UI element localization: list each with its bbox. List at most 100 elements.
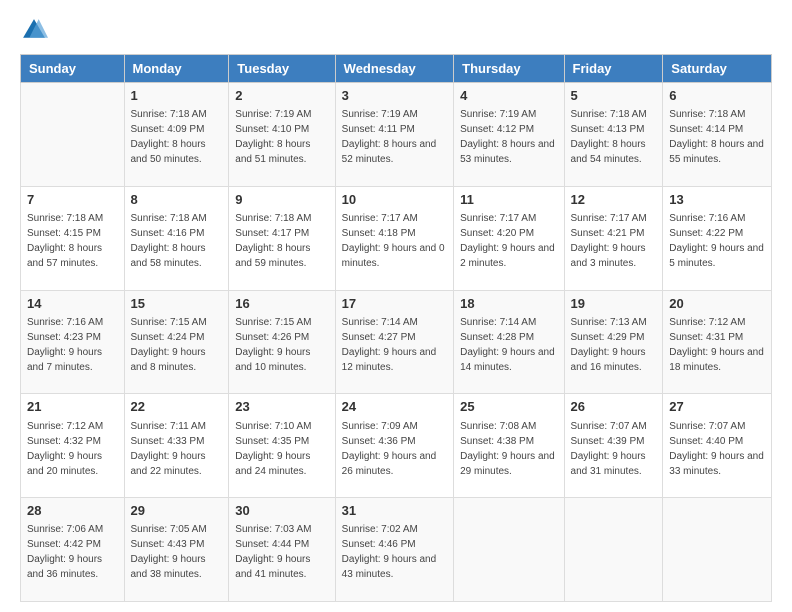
header-cell-tuesday: Tuesday	[229, 55, 335, 83]
day-number: 24	[342, 398, 447, 416]
cell-info: Sunrise: 7:15 AMSunset: 4:26 PMDaylight:…	[235, 315, 328, 375]
header-cell-monday: Monday	[124, 55, 229, 83]
day-cell: 19 Sunrise: 7:13 AMSunset: 4:29 PMDayligh…	[564, 290, 663, 394]
week-row-5: 28 Sunrise: 7:06 AMSunset: 4:42 PMDayligh…	[21, 498, 772, 602]
cell-info: Sunrise: 7:13 AMSunset: 4:29 PMDaylight:…	[571, 315, 657, 375]
day-number: 2	[235, 87, 328, 105]
day-cell	[564, 498, 663, 602]
cell-info: Sunrise: 7:17 AMSunset: 4:20 PMDaylight:…	[460, 211, 557, 271]
day-number: 16	[235, 295, 328, 313]
day-cell: 28 Sunrise: 7:06 AMSunset: 4:42 PMDayligh…	[21, 498, 125, 602]
day-number: 20	[669, 295, 765, 313]
cell-info: Sunrise: 7:07 AMSunset: 4:39 PMDaylight:…	[571, 419, 657, 479]
cell-info: Sunrise: 7:10 AMSunset: 4:35 PMDaylight:…	[235, 419, 328, 479]
day-number: 25	[460, 398, 557, 416]
cell-info: Sunrise: 7:17 AMSunset: 4:21 PMDaylight:…	[571, 211, 657, 271]
day-number: 5	[571, 87, 657, 105]
calendar-table: SundayMondayTuesdayWednesdayThursdayFrid…	[20, 54, 772, 602]
day-cell: 8 Sunrise: 7:18 AMSunset: 4:16 PMDaylight…	[124, 186, 229, 290]
day-number: 22	[131, 398, 223, 416]
day-cell: 9Sunrise: 7:18 AMSunset: 4:17 PMDaylight…	[229, 186, 335, 290]
cell-info: Sunrise: 7:12 AMSunset: 4:32 PMDaylight:…	[27, 419, 118, 479]
day-cell: 5 Sunrise: 7:18 AMSunset: 4:13 PMDaylight…	[564, 83, 663, 187]
day-number: 17	[342, 295, 447, 313]
header	[20, 16, 772, 44]
cell-info: Sunrise: 7:16 AMSunset: 4:22 PMDaylight:…	[669, 211, 765, 271]
cell-info: Sunrise: 7:14 AMSunset: 4:27 PMDaylight:…	[342, 315, 447, 375]
cell-info: Sunrise: 7:02 AMSunset: 4:46 PMDaylight:…	[342, 522, 447, 582]
day-number: 21	[27, 398, 118, 416]
cell-info: Sunrise: 7:18 AMSunset: 4:14 PMDaylight:…	[669, 107, 765, 167]
header-cell-wednesday: Wednesday	[335, 55, 453, 83]
day-cell: 24 Sunrise: 7:09 AMSunset: 4:36 PMDayligh…	[335, 394, 453, 498]
cell-info: Sunrise: 7:18 AMSunset: 4:13 PMDaylight:…	[571, 107, 657, 167]
cell-info: Sunrise: 7:08 AMSunset: 4:38 PMDaylight:…	[460, 419, 557, 479]
day-cell	[454, 498, 564, 602]
day-cell: 30 Sunrise: 7:03 AMSunset: 4:44 PMDayligh…	[229, 498, 335, 602]
day-cell: 15 Sunrise: 7:15 AMSunset: 4:24 PMDayligh…	[124, 290, 229, 394]
day-cell: 12 Sunrise: 7:17 AMSunset: 4:21 PMDayligh…	[564, 186, 663, 290]
day-cell: 29 Sunrise: 7:05 AMSunset: 4:43 PMDayligh…	[124, 498, 229, 602]
day-cell: 6 Sunrise: 7:18 AMSunset: 4:14 PMDaylight…	[663, 83, 772, 187]
day-cell: 3 Sunrise: 7:19 AMSunset: 4:11 PMDaylight…	[335, 83, 453, 187]
day-number: 10	[342, 191, 447, 209]
day-number: 8	[131, 191, 223, 209]
day-cell	[21, 83, 125, 187]
cell-info: Sunrise: 7:19 AMSunset: 4:11 PMDaylight:…	[342, 107, 447, 167]
day-cell: 16 Sunrise: 7:15 AMSunset: 4:26 PMDayligh…	[229, 290, 335, 394]
logo-icon	[20, 16, 48, 44]
week-row-2: 7Sunrise: 7:18 AMSunset: 4:15 PMDaylight…	[21, 186, 772, 290]
page: SundayMondayTuesdayWednesdayThursdayFrid…	[0, 0, 792, 612]
week-row-1: 1Sunrise: 7:18 AMSunset: 4:09 PMDaylight…	[21, 83, 772, 187]
day-cell: 11Sunrise: 7:17 AMSunset: 4:20 PMDayligh…	[454, 186, 564, 290]
calendar-header: SundayMondayTuesdayWednesdayThursdayFrid…	[21, 55, 772, 83]
cell-info: Sunrise: 7:18 AMSunset: 4:16 PMDaylight:…	[131, 211, 223, 271]
cell-info: Sunrise: 7:19 AMSunset: 4:10 PMDaylight:…	[235, 107, 328, 167]
day-cell: 7Sunrise: 7:18 AMSunset: 4:15 PMDaylight…	[21, 186, 125, 290]
cell-info: Sunrise: 7:11 AMSunset: 4:33 PMDaylight:…	[131, 419, 223, 479]
day-number: 7	[27, 191, 118, 209]
cell-info: Sunrise: 7:19 AMSunset: 4:12 PMDaylight:…	[460, 107, 557, 167]
day-cell: 4 Sunrise: 7:19 AMSunset: 4:12 PMDaylight…	[454, 83, 564, 187]
week-row-4: 21 Sunrise: 7:12 AMSunset: 4:32 PMDayligh…	[21, 394, 772, 498]
day-cell	[663, 498, 772, 602]
logo	[20, 16, 52, 44]
cell-info: Sunrise: 7:03 AMSunset: 4:44 PMDaylight:…	[235, 522, 328, 582]
cell-info: Sunrise: 7:05 AMSunset: 4:43 PMDaylight:…	[131, 522, 223, 582]
day-number: 31	[342, 502, 447, 520]
day-cell: 14Sunrise: 7:16 AMSunset: 4:23 PMDayligh…	[21, 290, 125, 394]
day-number: 15	[131, 295, 223, 313]
day-cell: 1Sunrise: 7:18 AMSunset: 4:09 PMDaylight…	[124, 83, 229, 187]
day-cell: 13 Sunrise: 7:16 AMSunset: 4:22 PMDayligh…	[663, 186, 772, 290]
day-number: 14	[27, 295, 118, 313]
day-cell: 20Sunrise: 7:12 AMSunset: 4:31 PMDayligh…	[663, 290, 772, 394]
day-number: 28	[27, 502, 118, 520]
day-number: 19	[571, 295, 657, 313]
day-number: 6	[669, 87, 765, 105]
cell-info: Sunrise: 7:14 AMSunset: 4:28 PMDaylight:…	[460, 315, 557, 375]
day-cell: 10 Sunrise: 7:17 AMSunset: 4:18 PMDayligh…	[335, 186, 453, 290]
calendar-body: 1Sunrise: 7:18 AMSunset: 4:09 PMDaylight…	[21, 83, 772, 602]
day-number: 26	[571, 398, 657, 416]
day-number: 3	[342, 87, 447, 105]
cell-info: Sunrise: 7:15 AMSunset: 4:24 PMDaylight:…	[131, 315, 223, 375]
day-number: 18	[460, 295, 557, 313]
day-cell: 31 Sunrise: 7:02 AMSunset: 4:46 PMDayligh…	[335, 498, 453, 602]
day-cell: 25 Sunrise: 7:08 AMSunset: 4:38 PMDayligh…	[454, 394, 564, 498]
day-cell: 17 Sunrise: 7:14 AMSunset: 4:27 PMDayligh…	[335, 290, 453, 394]
day-cell: 18 Sunrise: 7:14 AMSunset: 4:28 PMDayligh…	[454, 290, 564, 394]
day-number: 12	[571, 191, 657, 209]
cell-info: Sunrise: 7:18 AMSunset: 4:09 PMDaylight:…	[131, 107, 223, 167]
day-number: 27	[669, 398, 765, 416]
day-number: 13	[669, 191, 765, 209]
cell-info: Sunrise: 7:09 AMSunset: 4:36 PMDaylight:…	[342, 419, 447, 479]
day-number: 30	[235, 502, 328, 520]
day-cell: 2 Sunrise: 7:19 AMSunset: 4:10 PMDaylight…	[229, 83, 335, 187]
day-number: 4	[460, 87, 557, 105]
header-cell-thursday: Thursday	[454, 55, 564, 83]
day-number: 29	[131, 502, 223, 520]
day-cell: 21 Sunrise: 7:12 AMSunset: 4:32 PMDayligh…	[21, 394, 125, 498]
day-cell: 23Sunrise: 7:10 AMSunset: 4:35 PMDayligh…	[229, 394, 335, 498]
cell-info: Sunrise: 7:06 AMSunset: 4:42 PMDaylight:…	[27, 522, 118, 582]
cell-info: Sunrise: 7:17 AMSunset: 4:18 PMDaylight:…	[342, 211, 447, 271]
